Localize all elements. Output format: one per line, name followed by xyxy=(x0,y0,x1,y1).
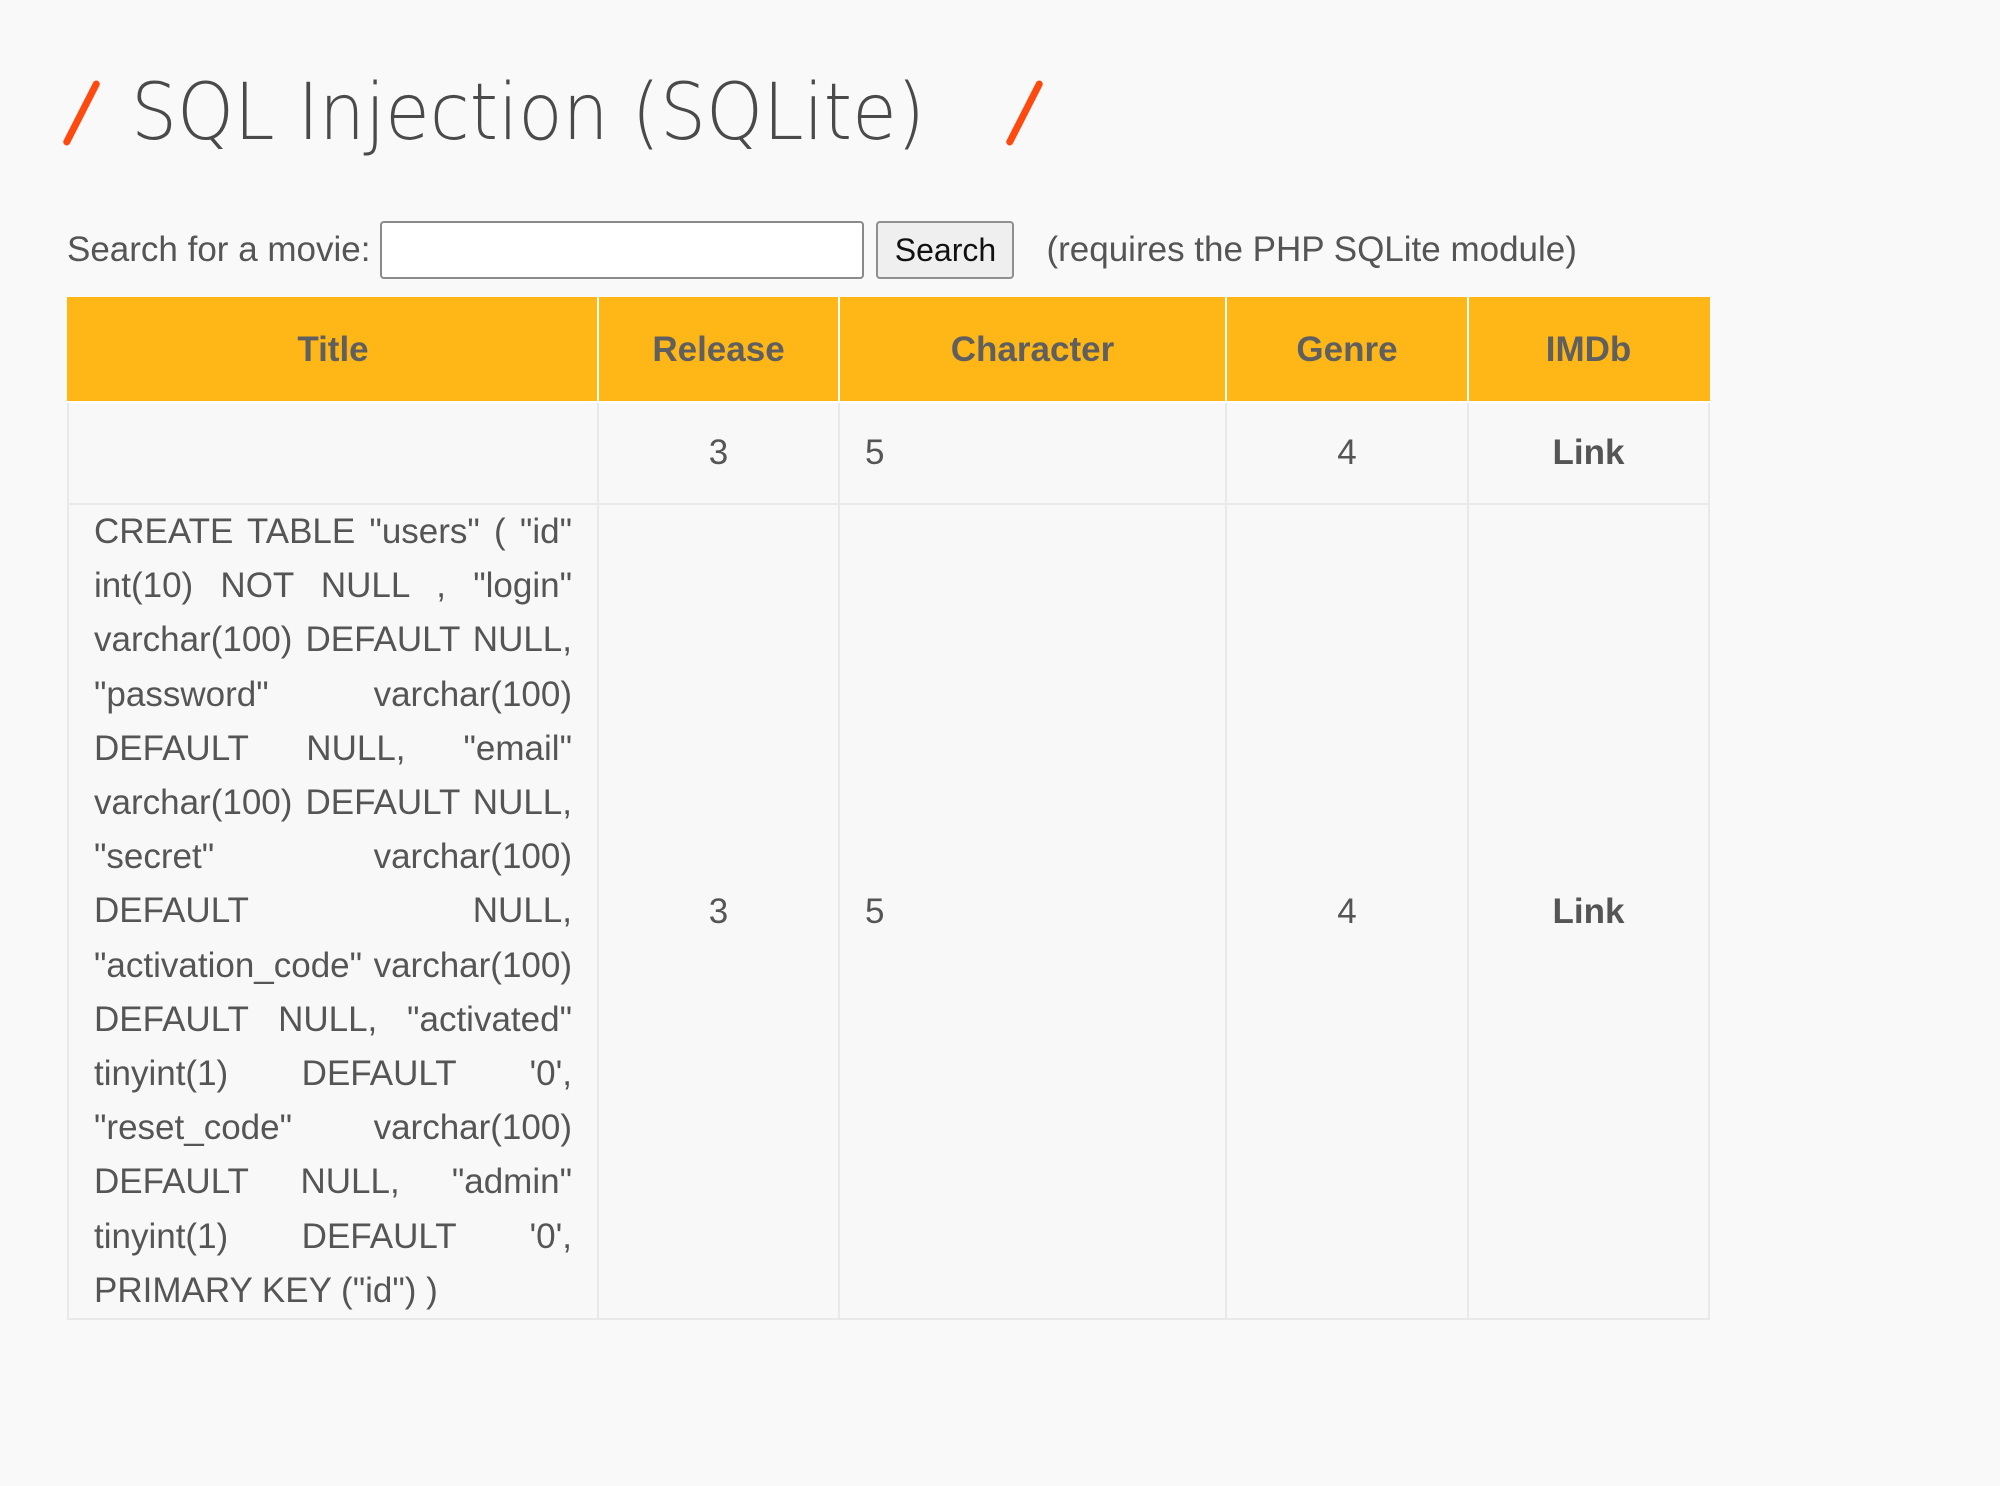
imdb-link[interactable]: Link xyxy=(1553,433,1625,472)
imdb-link[interactable]: Link xyxy=(1553,892,1625,931)
cell-genre: 4 xyxy=(1225,502,1469,1321)
movie-search-input[interactable] xyxy=(380,221,865,279)
cell-imdb: Link xyxy=(1467,401,1710,505)
search-form: Search for a movie: Search (requires the… xyxy=(67,216,1577,284)
sqlite-requirement-note: (requires the PHP SQLite module) xyxy=(1046,230,1577,269)
cell-release: 3 xyxy=(597,401,840,505)
page-header: SQL Injection (SQLite) xyxy=(62,58,1044,168)
table-row: 3 5 4 Link xyxy=(67,401,1710,505)
table-header-row: Title Release Character Genre IMDb xyxy=(67,297,1710,403)
cell-title xyxy=(67,401,599,505)
search-button[interactable]: Search xyxy=(876,221,1015,279)
column-header-title: Title xyxy=(67,297,599,403)
column-header-genre: Genre xyxy=(1225,297,1469,403)
cell-title: CREATE TABLE "users" ( "id" int(10) NOT … xyxy=(67,502,599,1321)
page-title: SQL Injection (SQLite) xyxy=(131,68,926,158)
movies-table: Title Release Character Genre IMDb 3 5 4… xyxy=(67,297,1710,1321)
cell-release: 3 xyxy=(597,502,840,1321)
cell-imdb: Link xyxy=(1467,502,1710,1321)
cell-genre: 4 xyxy=(1225,401,1469,505)
column-header-character: Character xyxy=(838,297,1227,403)
cell-character: 5 xyxy=(838,401,1227,505)
slash-right-decoration xyxy=(1004,79,1044,147)
search-label: Search for a movie: xyxy=(67,230,371,269)
column-header-imdb: IMDb xyxy=(1467,297,1710,403)
cell-character: 5 xyxy=(838,502,1227,1321)
column-header-release: Release xyxy=(597,297,840,403)
table-row: CREATE TABLE "users" ( "id" int(10) NOT … xyxy=(67,502,1710,1321)
slash-left-decoration xyxy=(62,79,101,147)
